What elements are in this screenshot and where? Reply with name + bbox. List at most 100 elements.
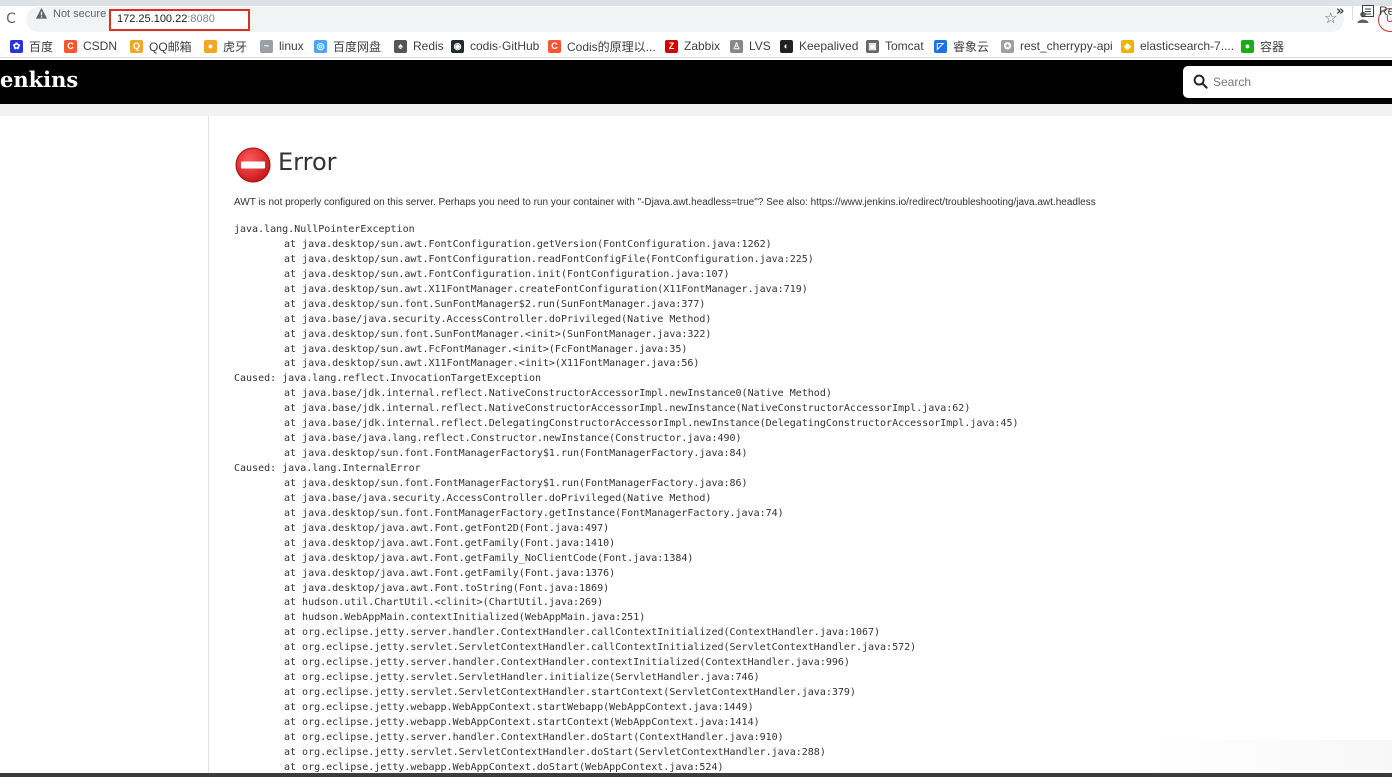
stack-frame: at hudson.util.ChartUtil.<clinit>(ChartU… <box>284 597 604 609</box>
bookmark-label: elasticsearch-7.... <box>1140 39 1235 53</box>
bottom-fade <box>1150 740 1392 770</box>
stack-frame: at java.desktop/sun.awt.FontConfiguratio… <box>284 268 730 280</box>
bookmark-13[interactable]: ◸ 睿象云 <box>934 38 989 54</box>
bookmark-label: Tomcat <box>885 39 924 53</box>
search-icon <box>1193 74 1208 89</box>
stack-exception: java.lang.NullPointerException <box>234 224 415 235</box>
bookmark-label: CSDN <box>83 39 118 53</box>
wechat-icon: ● <box>1241 39 1254 53</box>
stack-frame: at org.eclipse.jetty.server.handler.Cont… <box>284 731 784 743</box>
error-title: Error <box>278 148 337 176</box>
bookmarks-divider <box>1352 6 1353 20</box>
bookmark-9[interactable]: Z Zabbix <box>665 38 720 54</box>
bookmark-label: Keepalived <box>799 39 859 53</box>
bookmark-12[interactable]: ▣ Tomcat <box>866 38 924 54</box>
url-port: :8080 <box>187 13 215 25</box>
bookmark-label: 虎牙 <box>223 39 248 54</box>
baidu-icon: ✿ <box>10 39 23 53</box>
bottom-border <box>0 773 1392 777</box>
bookmark-0[interactable]: ✿ 百度 <box>10 38 53 54</box>
jenkins-logo[interactable]: enkins <box>0 67 78 92</box>
github-icon: ◉ <box>451 39 464 53</box>
bookmarks-overflow-button[interactable]: » <box>1336 4 1344 19</box>
bookmark-5[interactable]: ◎ 百度网盘 <box>314 38 381 54</box>
bookmark-7[interactable]: ◉ codis·GitHub <box>451 38 539 54</box>
stack-frame: at java.desktop/java.awt.Font.getFamily(… <box>284 537 616 549</box>
bookmark-4[interactable]: ~ linux <box>260 38 304 54</box>
csdn-icon: C <box>64 39 77 53</box>
stack-frame: at java.desktop/sun.awt.FcFontManager.<i… <box>284 343 688 355</box>
linux-icon: ~ <box>260 39 273 53</box>
lvs-icon: ♙ <box>730 39 743 53</box>
stack-frame: at java.base/jdk.internal.reflect.Delega… <box>284 418 1019 430</box>
bookmark-2[interactable]: Q QQ邮箱 <box>130 38 192 54</box>
error-icon <box>235 147 271 183</box>
bookmark-label: rest_cherrypy-api <box>1020 39 1113 53</box>
stack-frame: at org.eclipse.jetty.server.handler.Cont… <box>284 657 850 669</box>
csdn-icon: C <box>548 39 561 53</box>
stack-trace: java.lang.NullPointerException at java.de… <box>234 223 1019 776</box>
stack-exception: Caused: java.lang.InternalError <box>234 463 421 474</box>
bookmark-14[interactable]: ✪ rest_cherrypy-api <box>1001 38 1113 54</box>
bookmark-label: LVS <box>749 39 771 53</box>
warning-icon[interactable] <box>35 7 48 20</box>
stack-frame: at org.eclipse.jetty.webapp.WebAppContex… <box>284 716 760 728</box>
stack-frame: at java.base/jdk.internal.reflect.Native… <box>284 403 971 415</box>
reload-icon[interactable]: C <box>2 9 20 29</box>
url-host: 172.25.100.22 <box>117 13 188 25</box>
stack-frame: at java.desktop/sun.awt.FontConfiguratio… <box>284 238 772 250</box>
stack-frame: at java.base/java.security.AccessControl… <box>284 492 712 504</box>
bookmark-10[interactable]: ♙ LVS <box>730 38 771 54</box>
stack-frame: at org.eclipse.jetty.server.handler.Cont… <box>284 627 881 639</box>
bookmark-15[interactable]: ◆ elasticsearch-7.... <box>1121 38 1234 54</box>
bookmark-label: 容器 <box>1260 39 1285 54</box>
bookmark-label: QQ邮箱 <box>149 39 192 54</box>
stack-frame: at java.desktop/sun.font.FontManagerFact… <box>284 477 748 489</box>
stack-frame: at java.base/jdk.internal.reflect.Native… <box>284 388 832 400</box>
jenkins-header: enkins <box>0 60 1392 104</box>
bookmark-label: Zabbix <box>684 39 721 53</box>
bookmark-1[interactable]: C CSDN <box>64 38 117 54</box>
stack-frame: at hudson.WebAppMain.contextInitialized(… <box>284 612 646 624</box>
error-message: AWT is not properly configured on this s… <box>234 197 1096 208</box>
saltstack-icon: ✪ <box>1001 39 1014 53</box>
keepalived-icon: ◐ <box>780 39 793 53</box>
bookmark-label: 百度 <box>29 39 54 54</box>
url-text[interactable]: 172.25.100.22:8080 <box>117 13 215 25</box>
stack-frame: at java.desktop/sun.font.SunFontManager.… <box>284 328 712 340</box>
reading-list-label: Re <box>1379 4 1392 18</box>
bookmark-16[interactable]: ● 容器 <box>1241 38 1284 54</box>
reading-list-button[interactable]: Re <box>1362 4 1392 18</box>
stack-frame: at org.eclipse.jetty.servlet.ServletHand… <box>284 672 760 684</box>
stack-frame: at java.desktop/java.awt.Font.getFamily_… <box>284 552 694 564</box>
bookmark-label: Codis的原理以... <box>567 39 656 54</box>
stack-frame: at org.eclipse.jetty.servlet.ServletCont… <box>284 687 856 699</box>
stack-frame: at java.desktop/java.awt.Font.toString(F… <box>284 582 610 594</box>
not-secure-label[interactable]: Not secure <box>53 8 106 20</box>
redis-icon: ♠ <box>394 39 407 53</box>
stack-frame: at java.desktop/sun.awt.X11FontManager.c… <box>284 283 808 295</box>
stack-frame: at org.eclipse.jetty.servlet.ServletCont… <box>284 642 917 654</box>
baidu-pan-icon: ◎ <box>314 39 327 53</box>
stack-frame: at java.desktop/sun.awt.FontConfiguratio… <box>284 253 814 265</box>
bookmark-6[interactable]: ♠ Redis <box>394 38 444 54</box>
bookmark-3[interactable]: ● 虎牙 <box>204 38 247 54</box>
search-box[interactable] <box>1183 66 1392 98</box>
stack-frame: at java.base/java.security.AccessControl… <box>284 313 712 325</box>
bookmark-11[interactable]: ◐ Keepalived <box>780 38 858 54</box>
bookmark-8[interactable]: C Codis的原理以... <box>548 38 656 54</box>
stack-exception: Caused: java.lang.reflect.InvocationTarg… <box>234 373 542 385</box>
reading-list-icon <box>1362 5 1374 17</box>
huya-icon: ● <box>204 39 217 53</box>
side-panel <box>0 116 209 777</box>
qq-mail-icon: Q <box>130 39 143 53</box>
stack-frame: at org.eclipse.jetty.webapp.WebAppContex… <box>284 702 754 713</box>
stack-frame: at java.desktop/sun.font.FontManagerFact… <box>284 448 748 460</box>
stack-frame: at java.desktop/sun.font.FontManagerFact… <box>284 507 784 519</box>
stack-frame: at java.desktop/java.awt.Font.getFont2D(… <box>284 522 610 534</box>
bookmark-label: codis·GitHub <box>470 39 540 53</box>
ruixiang-icon: ◸ <box>934 39 947 53</box>
bookmark-label: linux <box>279 39 304 53</box>
breadcrumb-bar <box>0 104 1392 116</box>
search-input[interactable] <box>1213 66 1392 98</box>
